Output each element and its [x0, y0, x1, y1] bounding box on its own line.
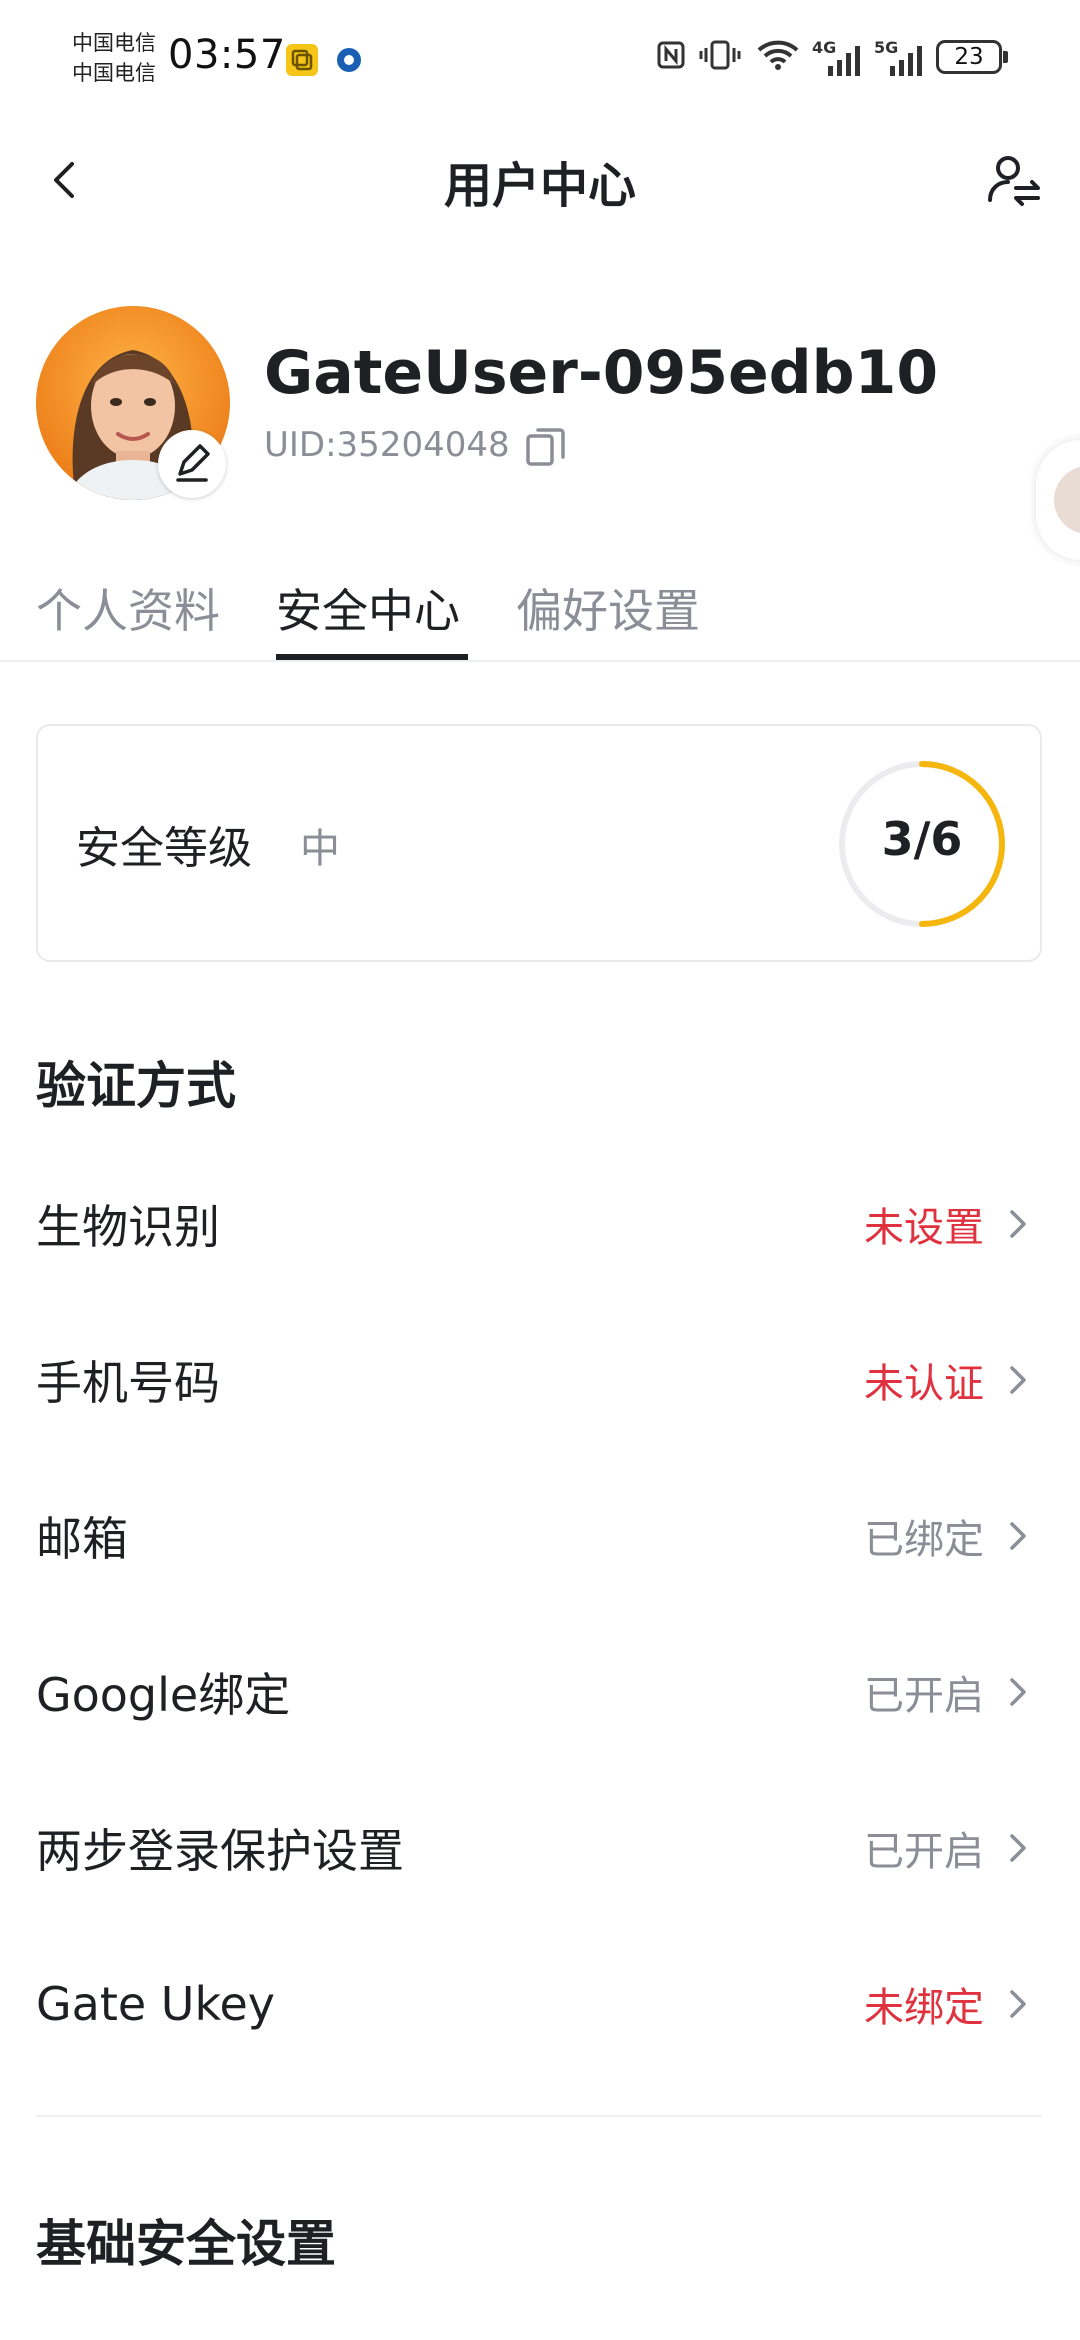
nfc-icon: [656, 40, 686, 70]
vibrate-icon: [698, 40, 742, 70]
bank-notification-icon: [334, 45, 364, 75]
battery-level: 23: [954, 44, 984, 70]
section-divider: [36, 2115, 1042, 2117]
row-status: 已开启: [864, 1673, 984, 1719]
signal-4g-icon: 4G: [812, 38, 864, 78]
row-status: 未绑定: [864, 1985, 984, 2031]
battery-icon: 23: [936, 40, 1002, 74]
row-label: 手机号码: [36, 1356, 220, 1410]
row-status: 未认证: [864, 1361, 984, 1407]
row-label: Google绑定: [36, 1668, 291, 1722]
chevron-right-icon: [1010, 1678, 1026, 1706]
security-level-value: 中: [300, 826, 340, 872]
chevron-right-icon: [1010, 1366, 1026, 1394]
chevron-right-icon: [1010, 1834, 1026, 1862]
floating-assistant-button[interactable]: [1036, 440, 1080, 560]
verification-section-title: 验证方式: [36, 1057, 236, 1115]
chevron-right-icon: [1010, 1522, 1026, 1550]
carrier-1: 中国电信: [72, 31, 156, 55]
row-email[interactable]: 邮箱 已绑定: [0, 1458, 1080, 1614]
basic-security-section-title: 基础安全设置: [36, 2215, 336, 2273]
app-notification-icon: [286, 44, 318, 76]
copy-uid-button[interactable]: [524, 424, 568, 468]
switch-user-icon: [988, 156, 1040, 206]
row-label: 生物识别: [36, 1200, 220, 1254]
row-status: 已绑定: [864, 1517, 984, 1563]
tabs-divider: [0, 660, 1080, 662]
pencil-icon: [176, 444, 210, 482]
row-label: 两步登录保护设置: [36, 1824, 404, 1878]
tab-preferences[interactable]: 偏好设置: [516, 575, 700, 641]
row-phone[interactable]: 手机号码 未认证: [0, 1302, 1080, 1458]
chevron-right-icon: [1010, 1990, 1026, 2018]
signal-5g-icon: 5G: [874, 38, 926, 78]
row-two-step-login[interactable]: 两步登录保护设置 已开启: [0, 1770, 1080, 1926]
row-gate-ukey[interactable]: Gate Ukey 未绑定: [0, 1926, 1080, 2082]
tab-security-center[interactable]: 安全中心: [276, 575, 460, 641]
row-status: 已开启: [864, 1829, 984, 1875]
row-status: 未设置: [864, 1205, 984, 1251]
carrier-names: 中国电信 中国电信: [72, 28, 156, 88]
carrier-2: 中国电信: [72, 61, 156, 85]
page-title: 用户中心: [443, 158, 636, 214]
battery-tip: [1003, 51, 1008, 63]
security-score-text: 3/6: [881, 812, 963, 866]
chevron-right-icon: [1010, 1210, 1026, 1238]
row-label: 邮箱: [36, 1512, 128, 1566]
tab-profile[interactable]: 个人资料: [36, 575, 220, 641]
copy-icon: [526, 428, 565, 466]
status-time: 03:57: [168, 32, 286, 78]
row-biometric[interactable]: 生物识别 未设置: [0, 1146, 1080, 1302]
row-label: Gate Ukey: [36, 1977, 275, 2031]
username: GateUser-095edb10: [264, 338, 939, 408]
switch-account-button[interactable]: [986, 150, 1042, 210]
row-google-auth[interactable]: Google绑定 已开启: [0, 1614, 1080, 1770]
wifi-icon: [756, 40, 800, 70]
edit-avatar-button[interactable]: [158, 430, 226, 498]
security-level-label: 安全等级: [76, 823, 252, 874]
uid-text: UID:35204048: [264, 425, 510, 465]
